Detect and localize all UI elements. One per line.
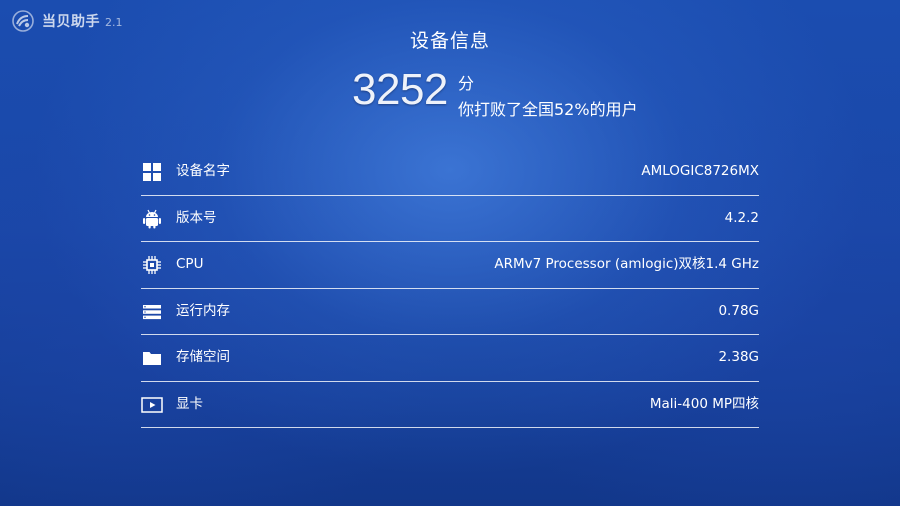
folder-icon xyxy=(141,348,163,368)
info-value: 0.78G xyxy=(718,302,759,319)
info-value: Mali-400 MP四核 xyxy=(649,395,759,412)
score-value: 3252 xyxy=(352,65,448,114)
cpu-chip-icon xyxy=(141,255,163,275)
info-value: 2.38G xyxy=(718,349,759,365)
display-card-icon xyxy=(141,395,163,415)
grid-icon xyxy=(141,162,163,182)
info-value: ARMv7 Processor (amlogic)双核1.4 GHz xyxy=(494,256,759,272)
info-value: 4.2.2 xyxy=(724,209,759,226)
info-label: 设备名字 xyxy=(176,163,230,179)
android-icon xyxy=(141,209,163,229)
info-label: 显卡 xyxy=(176,395,203,412)
info-row-memory: 运行内存 0.78G xyxy=(141,289,759,335)
info-row-gpu: 显卡 Mali-400 MP四核 xyxy=(141,382,759,428)
info-label: CPU xyxy=(176,256,204,272)
info-label: 版本号 xyxy=(176,209,217,226)
info-row-version: 版本号 4.2.2 xyxy=(141,196,759,242)
page-title: 设备信息 xyxy=(409,30,490,52)
info-label: 运行内存 xyxy=(176,302,230,319)
info-row-cpu: CPU ARMv7 Processor (amlogic)双核1.4 GHz xyxy=(141,242,759,289)
info-label: 存储空间 xyxy=(176,349,230,365)
info-value: AMLOGIC8726MX xyxy=(641,163,759,179)
score-rank-text: 你打败了全国52%的用户 xyxy=(458,100,638,119)
device-info-list: 设备名字 AMLOGIC8726MX 版本号 4.2.2 CPU ARMv7 P… xyxy=(141,149,759,428)
memory-icon xyxy=(141,302,163,322)
score-unit: 分 xyxy=(458,74,475,93)
info-row-device-name: 设备名字 AMLOGIC8726MX xyxy=(141,149,759,196)
info-row-storage: 存储空间 2.38G xyxy=(141,335,759,382)
